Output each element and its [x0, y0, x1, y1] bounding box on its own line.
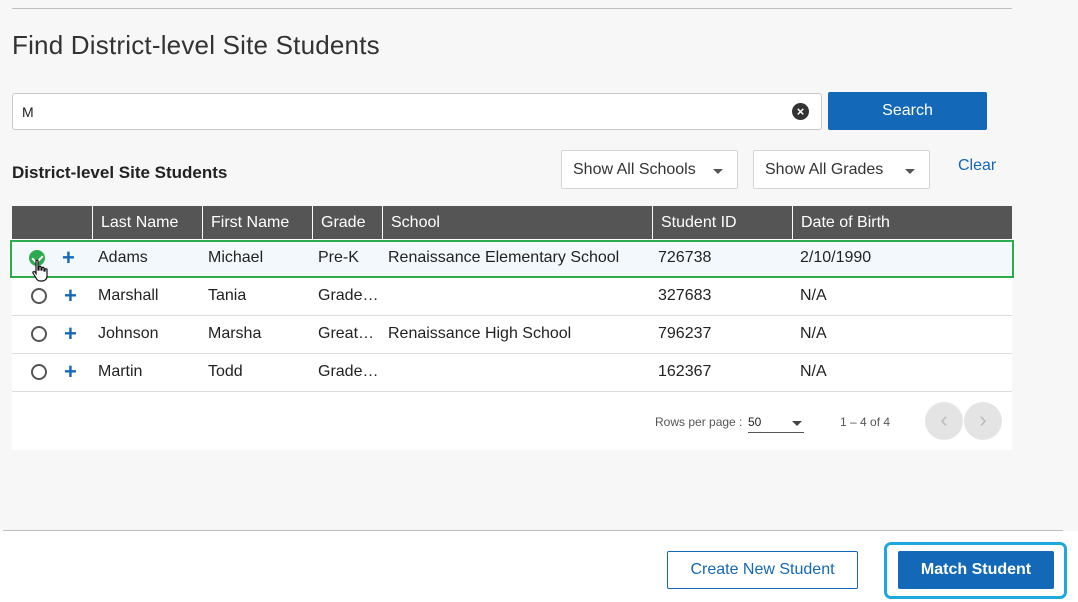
add-icon[interactable]: +	[64, 316, 77, 352]
clear-filters-link[interactable]: Clear	[958, 157, 996, 175]
row-select-radio[interactable]	[31, 364, 47, 380]
cell-grade: Pre-K	[318, 249, 359, 266]
search-box: ×	[12, 93, 822, 130]
chevron-down-icon	[905, 169, 915, 174]
rows-per-page-label: Rows per page :	[655, 415, 743, 429]
table-header: Last Name First Name Grade School Studen…	[12, 206, 1012, 239]
row-select-radio[interactable]	[31, 326, 47, 342]
cell-student-id: 327683	[658, 287, 712, 304]
cell-grade: Grade…	[318, 287, 379, 304]
header-select-spacer	[12, 206, 92, 239]
cell-student-id: 162367	[658, 363, 712, 380]
match-student-button[interactable]: Match Student	[898, 551, 1054, 589]
column-header-student-id[interactable]: Student ID	[652, 206, 792, 239]
chevron-down-icon	[792, 421, 802, 426]
students-table: Last Name First Name Grade School Studen…	[10, 206, 1014, 450]
add-icon[interactable]: +	[64, 354, 77, 390]
page-title: Find District-level Site Students	[12, 30, 380, 60]
chevron-down-icon	[713, 169, 723, 174]
clear-search-icon[interactable]: ×	[792, 103, 809, 120]
table-row[interactable]: + Martin Todd Grade… 162367 N/A	[12, 354, 1012, 392]
cell-last-name: Johnson	[98, 325, 159, 342]
column-header-school[interactable]: School	[382, 206, 652, 239]
cell-date-of-birth: N/A	[800, 363, 827, 380]
cell-first-name: Marsha	[208, 325, 262, 342]
add-icon[interactable]: +	[62, 240, 75, 276]
row-select-radio[interactable]	[31, 288, 47, 304]
pagination-bar: Rows per page : 50 1 – 4 of 4 ‹ ›	[12, 392, 1012, 450]
cell-grade: Great…	[318, 325, 375, 342]
search-button[interactable]: Search	[828, 92, 987, 130]
column-header-grade[interactable]: Grade	[312, 206, 382, 239]
hand-pointer-icon	[32, 259, 48, 282]
top-divider	[12, 8, 1012, 9]
cell-first-name: Tania	[208, 287, 247, 304]
cell-date-of-birth: N/A	[800, 325, 827, 342]
column-header-date-of-birth[interactable]: Date of Birth	[792, 206, 1012, 239]
section-title: District-level Site Students	[12, 163, 228, 182]
table-row[interactable]: + Johnson Marsha Great… Renaissance High…	[12, 316, 1012, 354]
schools-filter-label: Show All Schools	[573, 161, 696, 178]
cell-date-of-birth: N/A	[800, 287, 827, 304]
schools-filter-dropdown[interactable]: Show All Schools	[561, 150, 738, 189]
grades-filter-dropdown[interactable]: Show All Grades	[753, 150, 930, 189]
cell-student-id: 796237	[658, 325, 712, 342]
table-row[interactable]: + Marshall Tania Grade… 327683 N/A	[12, 278, 1012, 316]
cell-school: Renaissance High School	[388, 325, 572, 342]
pagination-range: 1 – 4 of 4	[840, 415, 891, 429]
rows-per-page-select[interactable]: 50	[748, 413, 804, 433]
cell-grade: Grade…	[318, 363, 379, 380]
footer-bar: Create New Student Match Student	[0, 531, 1078, 602]
cell-last-name: Adams	[98, 249, 148, 266]
cell-first-name: Michael	[208, 249, 264, 266]
cell-student-id: 726738	[658, 249, 712, 266]
cell-first-name: Todd	[208, 363, 243, 380]
table-row[interactable]: + Adams Michael Pre-K Renaissance Elemen…	[10, 240, 1014, 278]
grades-filter-label: Show All Grades	[765, 161, 884, 178]
add-icon[interactable]: +	[64, 278, 77, 314]
column-header-first-name[interactable]: First Name	[202, 206, 312, 239]
next-page-button[interactable]: ›	[964, 402, 1002, 440]
create-new-student-button[interactable]: Create New Student	[667, 551, 858, 589]
cell-last-name: Marshall	[98, 287, 159, 304]
previous-page-button[interactable]: ‹	[925, 402, 963, 440]
column-header-last-name[interactable]: Last Name	[92, 206, 202, 239]
cell-school: Renaissance Elementary School	[388, 249, 620, 266]
search-input[interactable]	[13, 94, 783, 129]
cell-last-name: Martin	[98, 363, 143, 380]
rows-per-page-value: 50	[748, 415, 762, 429]
cell-date-of-birth: 2/10/1990	[800, 249, 872, 266]
